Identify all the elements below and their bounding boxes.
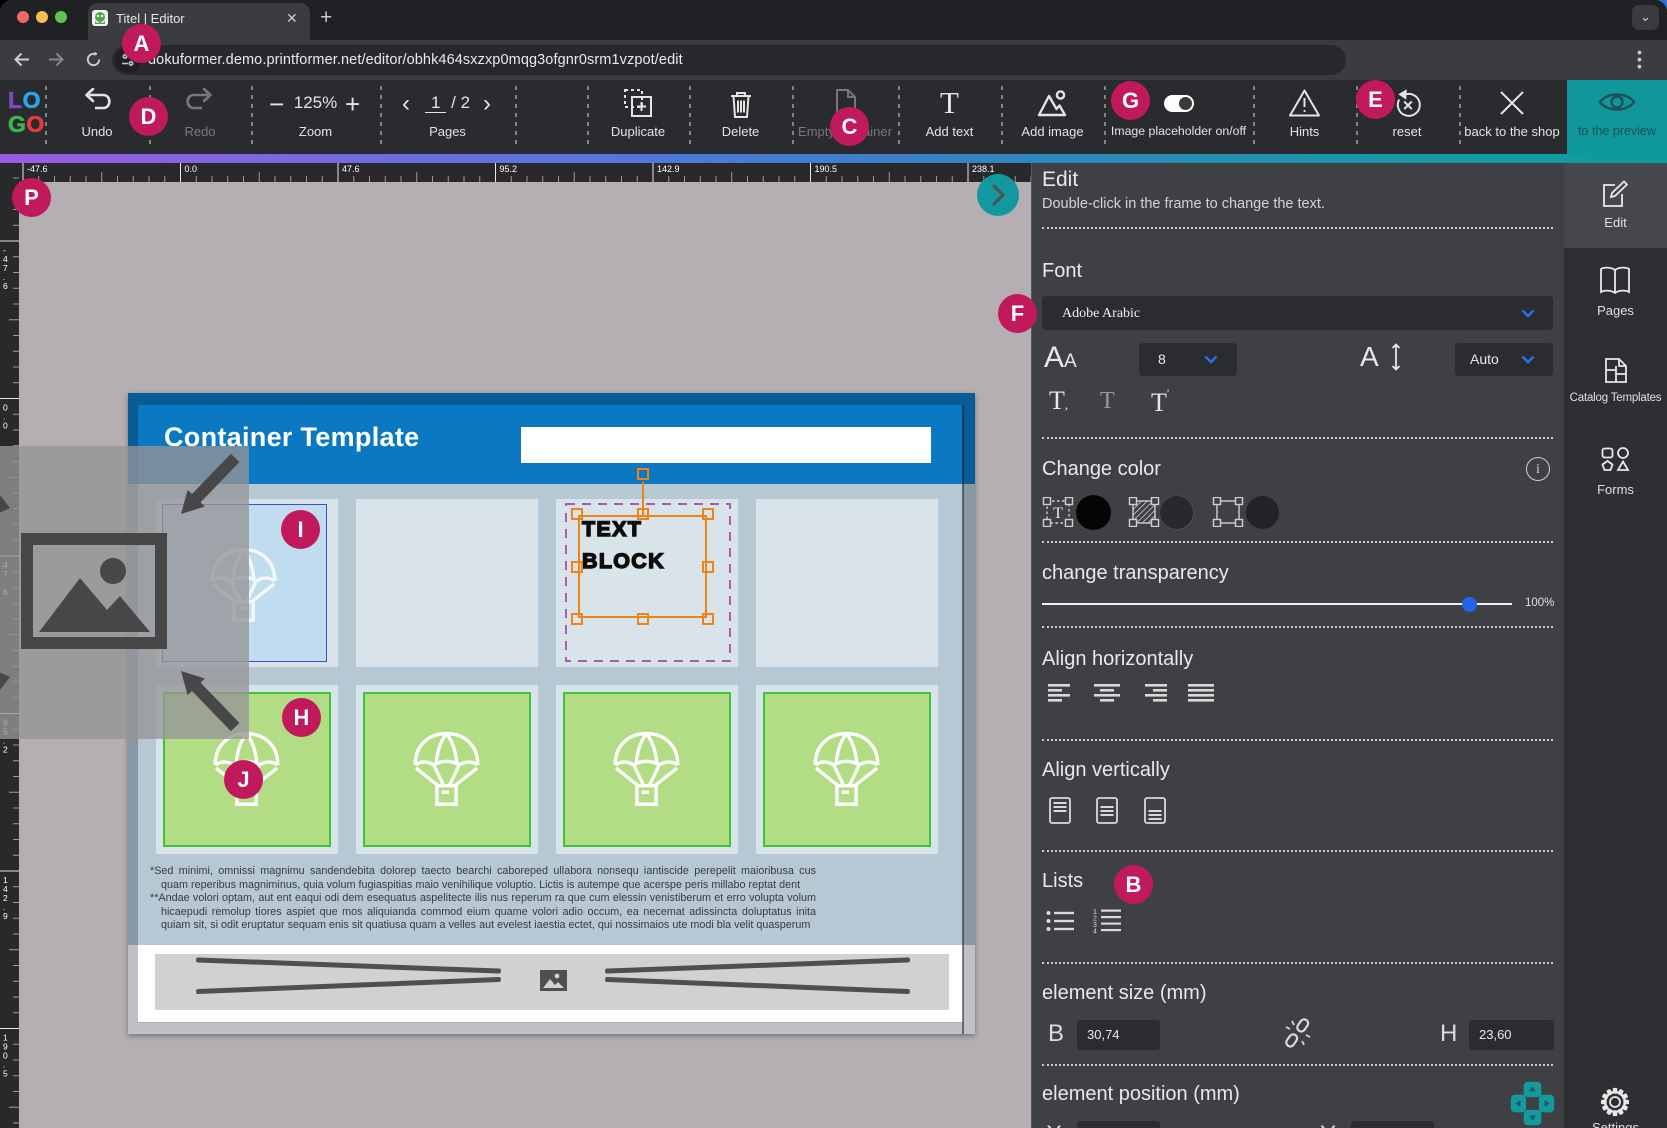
svg-text:142.9: 142.9	[657, 164, 680, 174]
svg-text:190.5: 190.5	[815, 164, 838, 174]
svg-text:T: T	[1053, 505, 1063, 522]
svg-text:9: 9	[3, 911, 8, 921]
svg-text:95.2: 95.2	[500, 164, 518, 174]
svg-text:47.6: 47.6	[342, 164, 360, 174]
svg-text:6: 6	[3, 281, 8, 291]
svg-text:4: 4	[1093, 929, 1097, 935]
svg-text:5: 5	[3, 1069, 8, 1079]
svg-text:0: 0	[3, 421, 8, 431]
svg-text:2: 2	[3, 745, 8, 755]
svg-text:238.1: 238.1	[972, 164, 995, 174]
svg-text:0.0: 0.0	[185, 164, 198, 174]
svg-text:-47.6: -47.6	[27, 164, 48, 174]
